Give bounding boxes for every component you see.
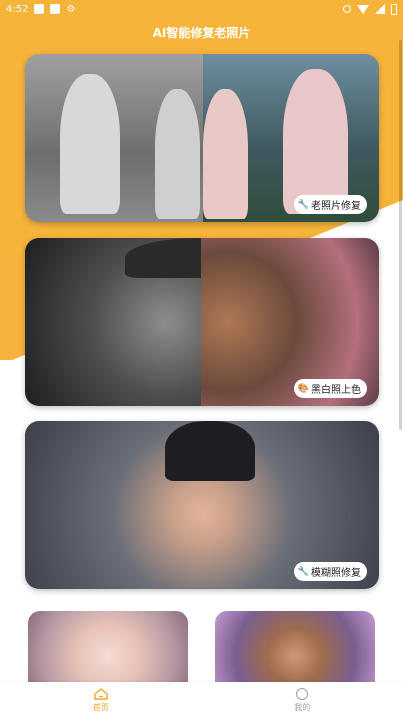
wrench-icon: 🔧 bbox=[297, 199, 309, 210]
app-notification-icon bbox=[50, 4, 61, 14]
status-time: 4:52 bbox=[6, 3, 29, 15]
before-image bbox=[25, 54, 203, 222]
old-photo-repair-card[interactable]: 🔧 老照片修复 bbox=[25, 54, 379, 222]
badge-label: 模糊照修复 bbox=[311, 568, 361, 579]
tab-profile[interactable]: 我的 bbox=[202, 682, 403, 718]
scrollbar[interactable] bbox=[399, 40, 402, 430]
colorize-badge[interactable]: 🎨 黑白照上色 bbox=[293, 379, 367, 398]
blur-repair-card[interactable]: 🔧 模糊照修复 bbox=[25, 421, 379, 589]
wrench-icon: 🔧 bbox=[297, 566, 309, 577]
signal-icon bbox=[375, 4, 385, 14]
tab-home[interactable]: 首页 bbox=[0, 682, 202, 718]
page-title: AI智能修复老照片 bbox=[152, 26, 251, 40]
art-style-card[interactable] bbox=[215, 611, 375, 693]
anime-style-card[interactable] bbox=[28, 611, 188, 693]
badge-label: 老照片修复 bbox=[311, 201, 361, 212]
old-photo-repair-badge[interactable]: 🔧 老照片修复 bbox=[293, 195, 367, 214]
colorize-card[interactable]: 🎨 黑白照上色 bbox=[25, 238, 379, 406]
profile-icon bbox=[296, 687, 309, 700]
badge-label: 黑白照上色 bbox=[311, 385, 361, 396]
notification-icon bbox=[34, 4, 45, 14]
tab-label: 首页 bbox=[92, 702, 109, 712]
bug-icon: ⚙ bbox=[66, 3, 76, 15]
status-bar: 4:52 ⚙ bbox=[0, 0, 403, 18]
home-icon bbox=[94, 687, 108, 700]
palette-icon: 🎨 bbox=[297, 383, 309, 394]
vibrate-icon bbox=[343, 5, 351, 13]
tab-label: 我的 bbox=[294, 702, 311, 712]
bottom-tab-bar: 首页 我的 bbox=[0, 682, 403, 718]
before-image bbox=[25, 238, 275, 406]
battery-icon bbox=[391, 3, 397, 15]
blur-repair-badge[interactable]: 🔧 模糊照修复 bbox=[293, 562, 367, 581]
wifi-icon bbox=[357, 4, 369, 14]
